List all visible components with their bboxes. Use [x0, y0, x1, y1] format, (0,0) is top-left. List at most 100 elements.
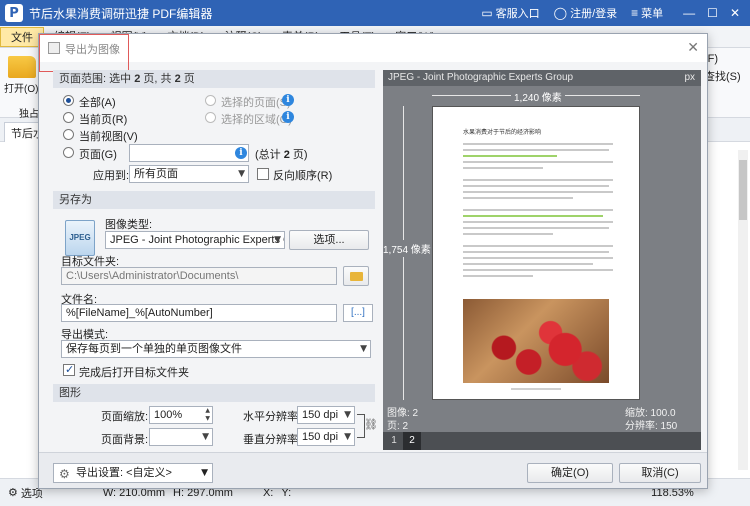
width-dimension-label: 1,240 像素 [511, 89, 565, 104]
page-scale-value: 100% [154, 409, 183, 421]
open-folder-label: 完成后打开目标文件夹 [79, 367, 189, 379]
label-selected-area: 选择的区域(G) [221, 114, 292, 126]
support-entry[interactable]: ▭ 客服入口 [481, 5, 539, 21]
cancel-button[interactable]: 取消(C) [619, 463, 701, 483]
chevron-down-icon: ▼ [274, 235, 281, 245]
total-suffix: 页) [292, 149, 308, 161]
close-window-button[interactable]: ✕ [730, 6, 740, 20]
radio-selected-pages[interactable] [205, 95, 216, 106]
page-background-label: 页面背景: [101, 434, 149, 446]
target-folder-input[interactable]: C:\Users\Administrator\Documents\ [61, 267, 337, 285]
reverse-order-checkbox[interactable] [257, 168, 269, 180]
highlighted-text-line [463, 215, 603, 217]
chain-link-icon[interactable]: ⛓ [364, 418, 378, 431]
text-line [463, 197, 573, 199]
login-button[interactable]: ◯ 注册/登录 [554, 5, 618, 21]
radio-current-view[interactable] [63, 129, 74, 140]
folder-icon [8, 56, 36, 78]
highlighted-text-line [463, 155, 557, 157]
text-line [463, 179, 613, 181]
page-range-selected-count: 2 [134, 73, 141, 85]
radio-current-page[interactable] [63, 112, 74, 123]
hamburger-icon: ≡ [631, 6, 639, 20]
export-mode-select[interactable]: 保存每页到一个单独的单页图像文件 ▼ [61, 340, 371, 358]
dialog-titlebar: 导出为图像 ✕ [39, 34, 707, 62]
dialog-footer: ⚙ 导出设置: <自定义> ▼ 确定(O) 取消(C) [39, 452, 707, 488]
image-type-label: 图像类型: [105, 219, 153, 231]
image-type-value: JPEG - Joint Photographic Experts G [110, 234, 285, 246]
chevron-down-icon: ▼ [238, 169, 245, 179]
options-gear-icon[interactable]: ⚙ [8, 486, 18, 499]
app-titlebar: P 节后水果消费调研迅捷 PDF编辑器 ▭ 客服入口 ◯ 注册/登录 ≡ 菜单 — ☐… [0, 0, 750, 26]
text-line [463, 149, 609, 151]
apply-to-select[interactable]: 所有页面 ▼ [129, 165, 249, 183]
photo-caption-line [511, 388, 561, 390]
preview-unit: px [684, 72, 695, 83]
preview-page-tab-2[interactable]: 2 [403, 432, 421, 450]
text-line [463, 221, 613, 223]
page-range-suffix: 页 [183, 73, 195, 85]
page-scale-label: 页面缩放: [101, 411, 149, 423]
preview-page-tab-1[interactable]: 1 [385, 432, 403, 450]
filename-input[interactable]: %[FileName]_%[AutoNumber] [61, 304, 337, 322]
chevron-down-icon: ▼ [344, 410, 351, 420]
total-prefix: (总计 [255, 149, 281, 161]
browse-folder-icon[interactable] [343, 266, 369, 286]
text-line [463, 167, 543, 169]
label-all: 全部(A) [79, 97, 116, 109]
page-title-text: 水果消费对于节后的经济影响 [463, 130, 542, 136]
menu-label: 菜单 [641, 8, 664, 20]
selected-pages-info-icon[interactable]: i [282, 94, 294, 106]
chevron-down-icon: ▼ [202, 432, 209, 442]
text-line [463, 233, 553, 235]
open-folder-checkbox[interactable] [63, 363, 75, 376]
export-settings-select[interactable]: ⚙ 导出设置: <自定义> ▼ [53, 463, 213, 483]
spin-icon[interactable]: ▲ ▼ [205, 407, 210, 423]
image-options-button[interactable]: 选项... [289, 230, 369, 250]
scroll-thumb[interactable] [739, 160, 747, 220]
ok-button[interactable]: 确定(O) [527, 463, 613, 483]
save-as-header: 另存为 [53, 191, 375, 209]
text-line [463, 269, 613, 271]
selected-area-info-icon[interactable]: i [282, 111, 294, 123]
text-line [463, 257, 613, 259]
preview-resolution: 分辨率: 150 [625, 421, 678, 432]
label-current-page: 当前页(R) [79, 114, 128, 126]
v-resolution-select[interactable]: 150 dpi ▼ [297, 428, 355, 446]
radio-selected-area[interactable] [205, 112, 216, 123]
dialog-close-icon[interactable]: ✕ [687, 39, 699, 56]
page-scale-input[interactable]: 100% ▲ ▼ [149, 406, 213, 424]
title-highlight-frame [39, 34, 129, 72]
h-resolution-value: 150 dpi [302, 409, 339, 421]
page-background-select[interactable]: ▼ [149, 428, 213, 446]
preview-header: JPEG - Joint Photographic Experts Group … [383, 70, 701, 86]
open-label: 打开(O)... [4, 84, 47, 95]
export-settings-value: 导出设置: <自定义> [76, 467, 172, 479]
vertical-scrollbar[interactable] [738, 150, 748, 470]
radio-all[interactable] [63, 95, 74, 106]
pages-info-icon[interactable]: i [235, 147, 247, 159]
chevron-down-icon: ▼ [344, 432, 351, 442]
preview-panel: JPEG - Joint Photographic Experts Group … [383, 70, 701, 450]
open-button[interactable]: 打开(O)... 独占 [4, 54, 47, 120]
graphics-header: 图形 [53, 384, 375, 402]
export-image-dialog: 导出为图像 ✕ 页面范围: 选中 2 页, 共 2 页 全部(A) 当前页(R)… [38, 33, 708, 489]
total-pages-label: (总计 2 页) [255, 146, 308, 162]
h-resolution-select[interactable]: 150 dpi ▼ [297, 406, 355, 424]
menu-button[interactable]: ≡ 菜单 [631, 5, 663, 21]
image-type-select[interactable]: JPEG - Joint Photographic Experts G ▼ [105, 231, 285, 249]
minimize-button[interactable]: — [683, 6, 695, 20]
radio-pages[interactable] [63, 147, 74, 158]
text-line [463, 143, 613, 145]
page-range-total-count: 2 [174, 73, 181, 85]
chevron-down-icon: ▼ [360, 344, 367, 354]
maximize-button[interactable]: ☐ [707, 6, 718, 20]
filename-macro-button[interactable]: [...] [343, 304, 373, 322]
label-pages: 页面(G) [79, 149, 117, 161]
pages-input[interactable] [129, 144, 249, 162]
app-logo: P [5, 4, 23, 22]
page-range-header: 页面范围: 选中 2 页, 共 2 页 [53, 70, 375, 88]
preview-format: JPEG - Joint Photographic Experts Group [388, 72, 574, 83]
text-line [463, 263, 593, 265]
text-line [463, 209, 613, 211]
